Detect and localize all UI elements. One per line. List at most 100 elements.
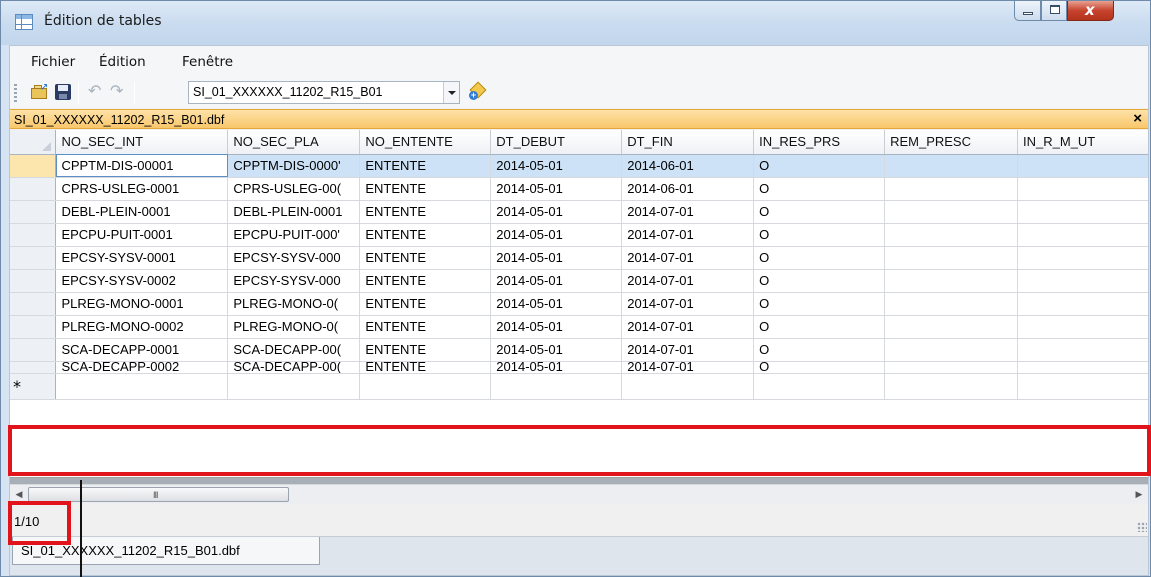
table-cell[interactable]: O: [753, 246, 886, 270]
new-record-row[interactable]: *: [10, 373, 1148, 400]
table-cell[interactable]: O: [753, 154, 886, 178]
table-cell[interactable]: ENTENTE: [359, 315, 492, 339]
table-cell[interactable]: 2014-05-01: [490, 338, 623, 362]
table-cell[interactable]: 2014-05-01: [490, 223, 623, 247]
toolbar-grip[interactable]: [14, 84, 17, 102]
table-cell[interactable]: [490, 373, 623, 400]
table-cell[interactable]: DEBL-PLEIN-0001: [55, 200, 229, 224]
table-row[interactable]: EPCSY-SYSV-0002 EPCSY-SYSV-000 ENTENTE 2…: [10, 269, 1148, 293]
table-cell[interactable]: ENTENTE: [359, 361, 492, 374]
table-cell[interactable]: O: [753, 177, 886, 201]
table-cell[interactable]: [1017, 246, 1148, 270]
table-cell[interactable]: [884, 200, 1019, 224]
table-cell[interactable]: [1017, 177, 1148, 201]
table-cell[interactable]: O: [753, 200, 886, 224]
table-cell[interactable]: 2014-06-01: [621, 177, 755, 201]
table-cell[interactable]: PLREG-MONO-0(: [227, 292, 361, 316]
table-cell[interactable]: O: [753, 292, 886, 316]
table-cell[interactable]: [1017, 361, 1148, 374]
scrollbar-thumb[interactable]: III: [28, 487, 289, 502]
table-cell[interactable]: [884, 246, 1019, 270]
table-row[interactable]: SCA-DECAPP-0001 SCA-DECAPP-00( ENTENTE 2…: [10, 338, 1148, 362]
undo-icon[interactable]: ↶: [88, 81, 106, 100]
table-cell[interactable]: PLREG-MONO-0(: [227, 315, 361, 339]
table-cell[interactable]: [1017, 200, 1148, 224]
scroll-left-icon[interactable]: ◀: [12, 489, 26, 501]
table-cell[interactable]: O: [753, 338, 886, 362]
table-cell[interactable]: 2014-05-01: [490, 361, 623, 374]
redo-icon[interactable]: ↷: [110, 81, 128, 100]
table-cell[interactable]: ENTENTE: [359, 246, 492, 270]
column-header[interactable]: IN_RES_PRS: [753, 130, 886, 155]
table-cell[interactable]: EPCPU-PUIT-0001: [55, 223, 229, 247]
row-header[interactable]: [10, 292, 57, 316]
maximize-button[interactable]: [1041, 1, 1067, 21]
column-header[interactable]: DT_DEBUT: [490, 130, 623, 155]
table-cell[interactable]: CPRS-USLEG-0001: [55, 177, 229, 201]
row-header[interactable]: [10, 338, 57, 362]
table-cell[interactable]: 2014-05-01: [490, 246, 623, 270]
table-cell[interactable]: CPPTM-DIS-00001: [55, 154, 229, 178]
table-cell[interactable]: 2014-05-01: [490, 292, 623, 316]
table-cell[interactable]: [621, 373, 755, 400]
row-header[interactable]: [10, 200, 57, 224]
table-cell[interactable]: [1017, 373, 1148, 400]
table-row[interactable]: CPRS-USLEG-0001 CPRS-USLEG-00( ENTENTE 2…: [10, 177, 1148, 201]
table-cell[interactable]: CPPTM-DIS-0000': [227, 154, 361, 178]
table-row[interactable]: EPCPU-PUIT-0001 EPCPU-PUIT-000' ENTENTE …: [10, 223, 1148, 247]
table-cell[interactable]: [884, 338, 1019, 362]
table-cell[interactable]: PLREG-MONO-0002: [55, 315, 229, 339]
column-header[interactable]: IN_R_M_UT: [1017, 130, 1148, 155]
menu-fenetre[interactable]: Fenêtre: [182, 54, 233, 70]
table-cell[interactable]: O: [753, 361, 886, 374]
table-cell[interactable]: [1017, 154, 1148, 178]
table-cell[interactable]: SCA-DECAPP-00(: [227, 361, 361, 374]
table-cell[interactable]: SCA-DECAPP-0002: [55, 361, 229, 374]
table-cell[interactable]: ENTENTE: [359, 269, 492, 293]
table-cell[interactable]: 2014-05-01: [490, 315, 623, 339]
table-cell[interactable]: [55, 373, 229, 400]
table-cell[interactable]: EPCSY-SYSV-0001: [55, 246, 229, 270]
table-row[interactable]: DEBL-PLEIN-0001 DEBL-PLEIN-0001 ENTENTE …: [10, 200, 1148, 224]
title-bar[interactable]: Édition de tables x: [1, 1, 1150, 45]
table-cell[interactable]: ENTENTE: [359, 154, 492, 178]
table-cell[interactable]: DEBL-PLEIN-0001: [227, 200, 361, 224]
column-header[interactable]: REM_PRESC: [884, 130, 1019, 155]
table-cell[interactable]: ENTENTE: [359, 177, 492, 201]
table-cell[interactable]: 2014-05-01: [490, 200, 623, 224]
row-header[interactable]: [10, 223, 57, 247]
table-row[interactable]: PLREG-MONO-0001 PLREG-MONO-0( ENTENTE 20…: [10, 292, 1148, 316]
table-row[interactable]: CPPTM-DIS-00001 CPPTM-DIS-0000' ENTENTE …: [10, 154, 1148, 178]
table-cell[interactable]: [1017, 292, 1148, 316]
new-row-marker[interactable]: *: [10, 373, 57, 400]
table-cell[interactable]: SCA-DECAPP-0001: [55, 338, 229, 362]
menu-fichier[interactable]: Fichier: [31, 54, 75, 70]
table-selector[interactable]: SI_01_XXXXXX_11202_R15_B01: [188, 81, 460, 104]
table-cell[interactable]: 2014-06-01: [621, 154, 755, 178]
table-cell[interactable]: [227, 373, 361, 400]
table-cell[interactable]: EPCSY-SYSV-000: [227, 269, 361, 293]
table-cell[interactable]: 2014-07-01: [621, 315, 755, 339]
horizontal-scrollbar[interactable]: ◀ III ▶: [10, 484, 1148, 504]
select-all-corner[interactable]: [10, 130, 57, 155]
table-cell[interactable]: [884, 223, 1019, 247]
table-cell[interactable]: [884, 292, 1019, 316]
table-cell[interactable]: O: [753, 269, 886, 293]
table-cell[interactable]: 2014-07-01: [621, 223, 755, 247]
table-cell[interactable]: [1017, 338, 1148, 362]
row-header[interactable]: [10, 154, 57, 178]
table-cell[interactable]: 2014-07-01: [621, 246, 755, 270]
table-cell[interactable]: [884, 373, 1019, 400]
table-row[interactable]: EPCSY-SYSV-0001 EPCSY-SYSV-000 ENTENTE 2…: [10, 246, 1148, 270]
row-header[interactable]: [10, 177, 57, 201]
column-header[interactable]: DT_FIN: [621, 130, 755, 155]
table-cell[interactable]: 2014-05-01: [490, 154, 623, 178]
table-cell[interactable]: 2014-05-01: [490, 177, 623, 201]
table-cell[interactable]: [884, 177, 1019, 201]
table-cell[interactable]: 2014-07-01: [621, 292, 755, 316]
table-cell[interactable]: EPCPU-PUIT-000': [227, 223, 361, 247]
table-cell[interactable]: [884, 269, 1019, 293]
column-header[interactable]: NO_SEC_INT: [55, 130, 229, 155]
resize-grip-icon[interactable]: [1137, 522, 1147, 532]
table-cell[interactable]: [753, 373, 886, 400]
